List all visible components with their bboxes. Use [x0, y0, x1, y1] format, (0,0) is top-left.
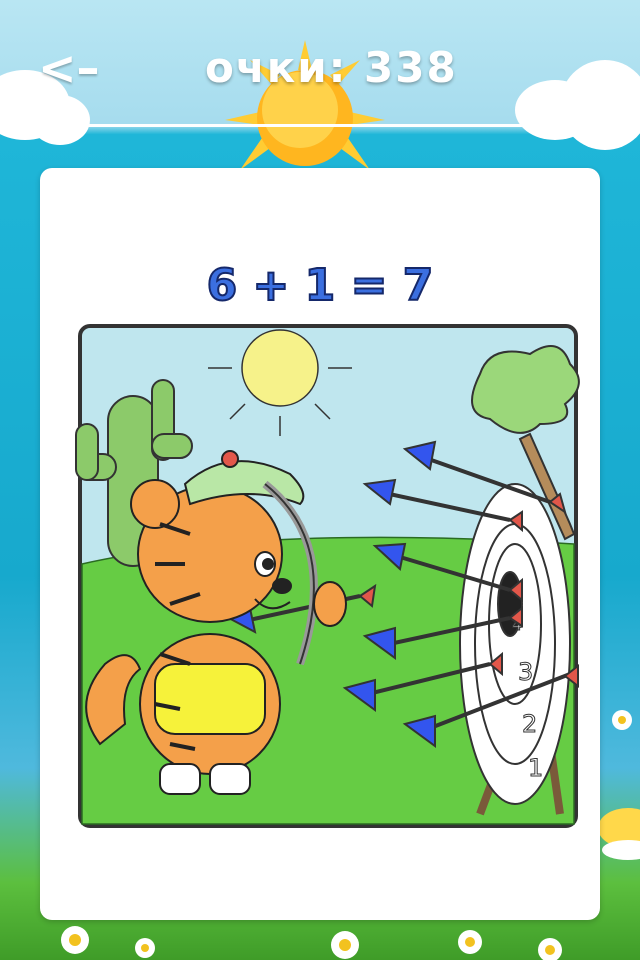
cloud-left-2	[30, 95, 90, 145]
score-label: очки:	[205, 43, 348, 92]
target-number-3: 3	[518, 658, 533, 686]
back-button[interactable]: <–	[38, 40, 118, 96]
score-display: очки: 338	[205, 40, 458, 96]
coloring-picture[interactable]: 6 + 1 = 7 4 3 2 1	[60, 256, 580, 836]
coloring-card: 6 + 1 = 7 4 3 2 1	[40, 168, 600, 920]
score-value: 338	[364, 43, 458, 92]
target-number-1: 1	[528, 754, 543, 782]
back-arrow-icon: <–	[38, 41, 100, 95]
cloud-right-2	[560, 60, 640, 150]
archery-scene[interactable]: 4 3 2 1	[60, 324, 580, 836]
header-divider	[0, 124, 640, 127]
flower-right-decoration	[598, 710, 640, 860]
equation-text: 6 + 1 = 7	[206, 259, 435, 312]
target-number-2: 2	[522, 710, 537, 738]
